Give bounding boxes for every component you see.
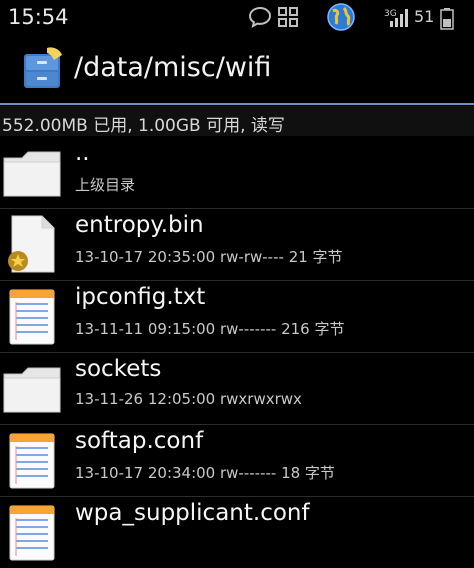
globe-icon (327, 3, 355, 31)
file-row-ipconfig[interactable]: ipconfig.txt 13-11-11 09:15:00 rw-------… (0, 280, 474, 353)
header-divider (0, 103, 474, 105)
grid-icon (278, 7, 298, 27)
file-meta: 13-10-17 20:34:00 rw------- 18 字节 (75, 464, 335, 482)
file-name: ipconfig.txt (75, 284, 206, 310)
file-cabinet-icon[interactable] (20, 46, 66, 92)
file-row-parent[interactable]: .. 上级目录 (0, 136, 474, 209)
file-list: .. 上级目录 entropy.bin 13-10-17 20:35:00 rw… (0, 136, 474, 561)
file-name: softap.conf (75, 428, 204, 454)
file-meta: 13-11-11 09:15:00 rw------- 216 字节 (75, 320, 345, 338)
folder-icon (3, 151, 61, 197)
signal-icon: 3G (384, 9, 408, 27)
file-name: sockets (75, 356, 162, 382)
text-file-icon (9, 505, 55, 561)
file-row-wpa[interactable]: wpa_supplicant.conf (0, 496, 474, 568)
battery-icon (440, 8, 454, 30)
text-file-icon (9, 289, 55, 345)
locked-file-icon (8, 215, 55, 273)
svg-text:3G: 3G (384, 9, 397, 19)
file-meta: 上级目录 (75, 176, 136, 194)
folder-icon (3, 367, 61, 413)
file-meta: 13-11-26 12:05:00 rwxrwxrwx (75, 390, 302, 408)
status-time: 15:54 (8, 5, 69, 29)
battery-level: 51 (414, 7, 435, 26)
status-bar: 15:54 3G 51 (0, 0, 474, 36)
file-row-entropy[interactable]: entropy.bin 13-10-17 20:35:00 rw-rw---- … (0, 208, 474, 281)
file-meta: 13-10-17 20:35:00 rw-rw---- 21 字节 (75, 248, 343, 266)
file-name: wpa_supplicant.conf (75, 500, 310, 526)
file-name: .. (75, 140, 90, 166)
file-row-softap[interactable]: softap.conf 13-10-17 20:34:00 rw------- … (0, 424, 474, 497)
current-path: /data/misc/wifi (74, 52, 272, 83)
text-file-icon (9, 433, 55, 489)
storage-summary: 552.00MB 已用, 1.00GB 可用, 读写 (2, 116, 285, 136)
chat-bubble-icon (248, 6, 272, 28)
file-name: entropy.bin (75, 212, 204, 238)
file-row-sockets[interactable]: sockets 13-11-26 12:05:00 rwxrwxrwx (0, 352, 474, 425)
